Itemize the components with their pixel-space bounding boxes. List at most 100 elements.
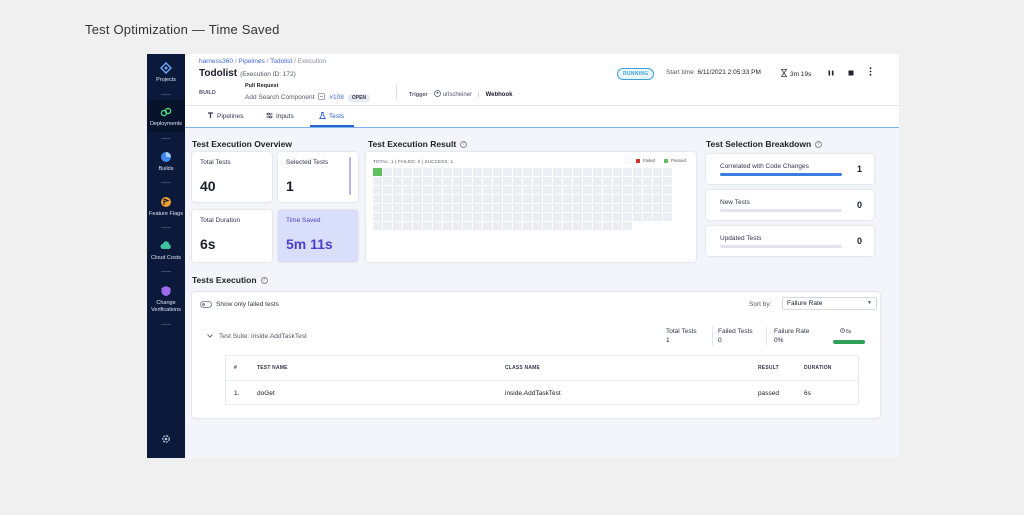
test-cell-empty — [623, 168, 632, 176]
test-cell-empty — [533, 186, 542, 194]
sidebar-item-label: Deployments — [149, 121, 183, 127]
test-cell-empty — [583, 195, 592, 203]
help-icon[interactable]: ? — [460, 140, 468, 148]
stop-icon — [848, 63, 854, 81]
total-duration-card: Total Duration 6s — [192, 210, 272, 262]
suite-duration-bar — [833, 340, 865, 344]
divider — [161, 324, 171, 325]
test-cell-empty — [543, 204, 552, 212]
test-cell-empty — [373, 204, 382, 212]
row-duration: 6s — [804, 390, 811, 397]
sidebar-item-feature-flags[interactable]: Feature Flags — [147, 196, 185, 218]
execution-id: (Execution ID: 172) — [240, 71, 296, 78]
breadcrumb-pipeline[interactable]: Todolist — [270, 58, 292, 65]
table-row[interactable]: 1. doGet inside.AddTaskTest passed 6s — [226, 380, 858, 404]
sort-select[interactable]: Failure Rate ▼ — [782, 297, 877, 310]
test-cell-empty — [403, 186, 412, 194]
card-value: 6s — [200, 236, 216, 252]
test-cell-empty — [643, 168, 652, 176]
test-cell-empty — [513, 213, 522, 221]
test-cell-empty — [403, 168, 412, 176]
sidebar-item-builds[interactable]: Builds — [147, 151, 185, 173]
test-cell-empty — [593, 177, 602, 185]
stop-button[interactable] — [846, 67, 856, 77]
test-cell-empty — [463, 222, 472, 230]
test-cell-empty — [573, 177, 582, 185]
test-cell-empty — [583, 222, 592, 230]
more-vertical-icon — [869, 63, 872, 81]
breakdown-label: New Tests — [720, 199, 750, 206]
test-cell-empty — [523, 186, 532, 194]
test-cell-empty — [383, 186, 392, 194]
toggle-switch[interactable] — [200, 301, 212, 308]
help-icon[interactable]: ? — [260, 276, 268, 284]
test-cell-empty — [443, 186, 452, 194]
sidebar-item-change-verifications[interactable]: Change Verifications — [147, 285, 185, 313]
suite-failure-rate: Failure Rate 0% — [774, 328, 810, 344]
column-header: CLASS NAME — [505, 365, 541, 371]
test-cell-empty — [593, 186, 602, 194]
gear-icon[interactable] — [160, 432, 172, 444]
tab-inputs[interactable]: Inputs — [266, 112, 294, 121]
test-cell-empty — [393, 195, 402, 203]
suite-failed-tests: Failed Tests 0 — [718, 328, 753, 344]
tab-tests[interactable]: Tests — [319, 112, 344, 121]
test-cell-empty — [483, 177, 492, 185]
test-cell-empty — [393, 186, 402, 194]
scrollbar[interactable] — [349, 157, 351, 195]
card-value: 5m 11s — [286, 236, 333, 252]
breakdown-value: 0 — [856, 200, 862, 210]
time-saved-card: Time Saved 5m 11s — [278, 210, 358, 262]
test-cell-empty — [483, 186, 492, 194]
test-cell-empty — [563, 213, 572, 221]
pause-button[interactable] — [826, 67, 836, 77]
suite-name: Test Suite: inside.AddTaskTest — [207, 333, 307, 340]
test-cell-empty — [653, 195, 662, 203]
divider — [161, 138, 171, 139]
breadcrumb-account[interactable]: harness360 — [199, 58, 233, 65]
sidebar-item-deployments[interactable]: Deployments — [147, 100, 185, 132]
test-cell-passed[interactable] — [373, 168, 382, 176]
test-cell-empty — [553, 204, 562, 212]
tests-icon — [319, 112, 326, 121]
sidebar-item-projects[interactable]: Projects — [147, 62, 185, 84]
test-cell-empty — [523, 168, 532, 176]
tests-execution-title: Tests Execution? — [192, 275, 268, 285]
test-cell-empty — [433, 195, 442, 203]
test-cell-empty — [473, 213, 482, 221]
more-options-button[interactable] — [865, 67, 875, 77]
test-cell-empty — [503, 204, 512, 212]
test-cell-empty — [513, 168, 522, 176]
test-cell-empty — [473, 222, 482, 230]
start-time: Start time 6/11/2021 2:05:33 PM — [666, 69, 761, 76]
column-header: DURATION — [804, 365, 832, 371]
test-cell-empty — [643, 213, 652, 221]
test-cell-empty — [613, 186, 622, 194]
test-cell-empty — [573, 195, 582, 203]
test-cell-empty — [663, 213, 672, 221]
test-cell-empty — [373, 213, 382, 221]
sidebar-item-cloud-costs[interactable]: Cloud Costs — [147, 240, 185, 262]
sidebar-item-label: Change Verifications — [151, 300, 181, 313]
tab-pipelines[interactable]: Pipelines — [207, 112, 243, 121]
test-cell-empty — [483, 195, 492, 203]
chevron-down-icon[interactable] — [207, 333, 213, 340]
test-cell-empty — [663, 195, 672, 203]
failed-only-toggle[interactable]: Show only failed tests — [200, 301, 279, 308]
app-window: Projects Deployments Builds Feature Flag… — [147, 54, 899, 458]
test-cell-empty — [463, 177, 472, 185]
test-cell-empty — [593, 204, 602, 212]
result-legend: Failed Passed — [635, 158, 686, 163]
help-icon[interactable]: ? — [815, 140, 823, 148]
test-cell-empty — [453, 204, 462, 212]
test-cell-empty — [603, 195, 612, 203]
failed-legend-swatch — [635, 158, 640, 163]
test-suite-row[interactable]: Test Suite: inside.AddTaskTest Total Tes… — [200, 321, 872, 349]
test-cell-empty — [493, 213, 502, 221]
card-value: 40 — [200, 178, 216, 194]
divider — [712, 327, 713, 345]
card-value: 1 — [286, 178, 294, 194]
pr-number-link[interactable]: #108 — [329, 94, 343, 101]
breadcrumb-pipelines[interactable]: Pipelines — [238, 58, 264, 65]
test-cell-empty — [593, 213, 602, 221]
